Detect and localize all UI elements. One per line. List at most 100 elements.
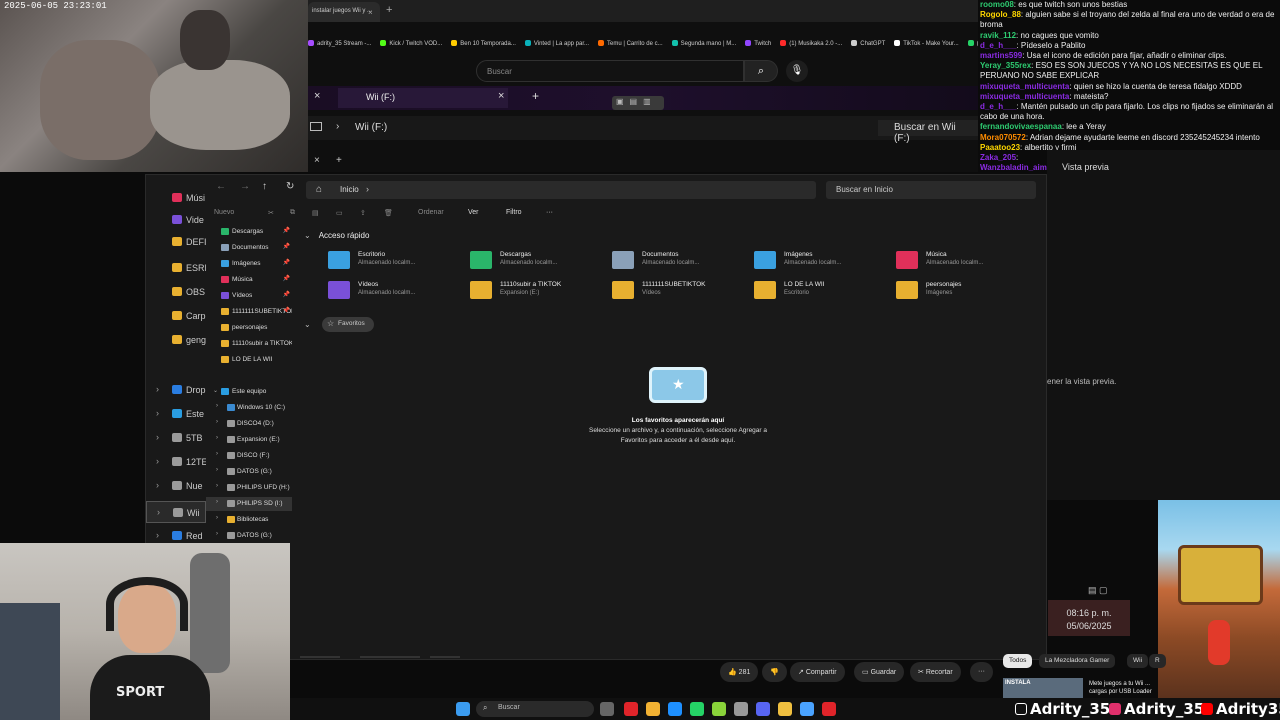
chat-username[interactable]: ravik_112: [980, 31, 1016, 40]
rename-icon[interactable]: ▭: [336, 209, 343, 217]
edge-icon[interactable]: [668, 702, 682, 716]
filter-chip[interactable]: Todos: [1003, 654, 1033, 668]
cut-icon[interactable]: ✂: [268, 209, 274, 217]
bookmark-item[interactable]: Segunda mano | M...: [671, 40, 736, 47]
more-options-button[interactable]: ···: [546, 209, 553, 216]
chevron-right-icon[interactable]: ›: [216, 515, 218, 521]
bookmark-item[interactable]: (1) Musikaka 2.0 -...: [780, 40, 842, 47]
paste-icon[interactable]: ▤: [312, 209, 319, 217]
bookmark-item[interactable]: TikTok - Make Your...: [894, 40, 959, 47]
delete-icon[interactable]: 🗑: [384, 209, 393, 217]
taskview-icon[interactable]: [600, 702, 614, 716]
back-sidebar-item[interactable]: Vide: [146, 209, 206, 231]
chat-username[interactable]: d_e_h___: [980, 41, 1016, 50]
filter-chip[interactable]: La Mezcladora Gamer: [1039, 654, 1116, 668]
back-sidebar-item[interactable]: OBS: [146, 281, 206, 303]
quick-access-item[interactable]: Documentos Almacenado localm...: [612, 249, 742, 271]
inner-tab[interactable]: Wii (F:): [338, 88, 508, 108]
close-icon[interactable]: ×: [314, 90, 320, 102]
chat-username[interactable]: fernandovivaespanaa: [980, 122, 1062, 131]
quick-access-item[interactable]: LO DE LA WII Escritorio: [754, 279, 884, 301]
sidebar-item[interactable]: › Bibliotecas: [206, 513, 292, 527]
home-icon[interactable]: ⌂: [316, 184, 322, 195]
quick-access-item[interactable]: 11110subir a TIKTOK Expansion (E:): [470, 279, 600, 301]
share-icon[interactable]: ⇪: [360, 209, 366, 217]
favorites-header[interactable]: ☆ Favoritos: [322, 317, 374, 332]
share-button[interactable]: ↗ Compartir: [790, 662, 845, 682]
chevron-right-icon[interactable]: ›: [156, 530, 159, 540]
sidebar-item[interactable]: Documentos 📌: [206, 241, 292, 255]
chevron-down-icon[interactable]: ⌄: [304, 320, 311, 329]
explorer-new-tab-icon[interactable]: +: [336, 155, 342, 166]
bookmark-item[interactable]: Temu | Carrito de c...: [598, 40, 663, 47]
dislike-button[interactable]: 👎: [762, 662, 787, 682]
sort-button[interactable]: Ordenar: [418, 209, 444, 216]
quick-access-item[interactable]: Descargas Almacenado localm...: [470, 249, 600, 271]
refresh-icon[interactable]: ↻: [286, 181, 294, 192]
quick-access-item[interactable]: Música Almacenado localm...: [896, 249, 1026, 271]
browser-icon[interactable]: [800, 702, 814, 716]
chat-username[interactable]: Paaatoo23: [980, 143, 1020, 152]
sidebar-item[interactable]: › Windows 10 (C:): [206, 401, 292, 415]
back-sidebar-item[interactable]: ESRE: [146, 257, 206, 279]
sidebar-item[interactable]: ⌄ Este equipo: [206, 385, 292, 399]
back-sidebar-item[interactable]: geng: [146, 329, 206, 351]
explorer-tab-close-icon[interactable]: ×: [314, 155, 320, 166]
chevron-right-icon[interactable]: ›: [156, 432, 159, 442]
sidebar-item[interactable]: Vídeos 📌: [206, 289, 292, 303]
more-button[interactable]: ···: [970, 662, 993, 682]
inner-tab-close-icon[interactable]: ×: [498, 90, 504, 102]
up-icon[interactable]: ↑: [262, 181, 267, 192]
back-sidebar-item[interactable]: Carp: [146, 305, 206, 327]
chevron-right-icon[interactable]: ›: [156, 384, 159, 394]
sidebar-item[interactable]: › DISCO (F:): [206, 449, 292, 463]
chevron-right-icon[interactable]: ›: [216, 451, 218, 457]
filter-button[interactable]: Filtro: [506, 209, 522, 216]
clip-button[interactable]: ✂ Recortar: [910, 662, 961, 682]
sidebar-item[interactable]: › DISCO4 (D:): [206, 417, 292, 431]
quick-access-header[interactable]: ⌄ Acceso rápido: [304, 231, 369, 240]
whatsapp-icon[interactable]: [690, 702, 704, 716]
chat-username[interactable]: Rogolo_88: [980, 10, 1021, 19]
copy-icon[interactable]: ⧉: [290, 209, 295, 217]
back-sidebar-item[interactable]: › Nue: [146, 475, 206, 497]
sidebar-item[interactable]: Imágenes 📌: [206, 257, 292, 271]
bookmark-item[interactable]: ChatGPT: [851, 40, 885, 47]
chevron-right-icon[interactable]: ›: [216, 483, 218, 489]
chevron-right-icon[interactable]: ›: [156, 408, 159, 418]
sidebar-item[interactable]: Descargas 📌: [206, 225, 292, 239]
sidebar-item[interactable]: Música 📌: [206, 273, 292, 287]
save-button[interactable]: ▭ Guardar: [854, 662, 905, 682]
inner-new-tab-icon[interactable]: +: [532, 89, 539, 103]
chevron-right-icon[interactable]: ›: [216, 435, 218, 441]
back-sidebar-item[interactable]: › Drop: [146, 379, 206, 401]
chat-username[interactable]: Yeray_355rex: [980, 61, 1031, 70]
capture-tools[interactable]: ▣▤▥: [612, 96, 664, 110]
chat-username[interactable]: Mora070572: [980, 133, 1026, 142]
quick-access-item[interactable]: Vídeos Almacenado localm...: [328, 279, 458, 301]
chevron-right-icon[interactable]: ›: [156, 480, 159, 490]
bookmark-item[interactable]: (1) WhatsApp: [967, 40, 978, 47]
pip-controls[interactable]: ▤ ▢: [1088, 585, 1124, 599]
back-sidebar-item[interactable]: › Wii: [146, 501, 206, 523]
chevron-right-icon[interactable]: ›: [216, 403, 218, 409]
chat-username[interactable]: roomo08: [980, 0, 1014, 9]
sidebar-item[interactable]: 11110subir a TIKTOK: [206, 337, 292, 351]
chat-username[interactable]: mixuqueta_multicuenta: [980, 92, 1069, 101]
windows-start-icon[interactable]: [456, 702, 470, 716]
filter-chip[interactable]: Wii: [1127, 654, 1149, 668]
sidebar-item[interactable]: › DATOS (G:): [206, 529, 292, 543]
sidebar-item[interactable]: LO DE LA WII: [206, 353, 292, 367]
inner-search-input[interactable]: Buscar en Wii (F:): [878, 120, 978, 144]
explorer-address-bar[interactable]: ⌂ Inicio ›: [306, 181, 816, 199]
quick-access-item[interactable]: peersonajes Imágenes: [896, 279, 1026, 301]
sidebar-item[interactable]: › Expansion (E:): [206, 433, 292, 447]
opera-icon[interactable]: [624, 702, 638, 716]
discord-icon[interactable]: [756, 702, 770, 716]
settings-icon[interactable]: [734, 702, 748, 716]
quick-access-item[interactable]: 1111111SUBETIKTOK Vídeos: [612, 279, 742, 301]
chevron-right-icon[interactable]: ›: [157, 507, 160, 517]
explorer-search-input[interactable]: Buscar en Inicio: [826, 181, 1036, 199]
forward-icon[interactable]: →: [240, 181, 250, 192]
back-sidebar-item[interactable]: DEFI: [146, 231, 206, 253]
